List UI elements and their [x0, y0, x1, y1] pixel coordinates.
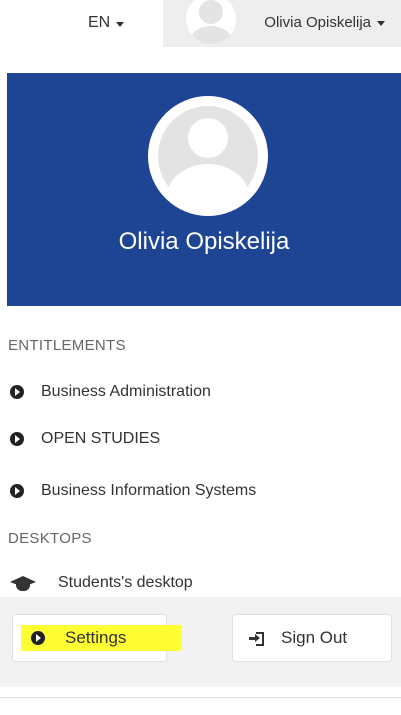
- desktop-item-students-desktop[interactable]: Students's desktop: [10, 569, 390, 597]
- desktop-label: Students's desktop: [58, 574, 193, 591]
- desktops-header: DESKTOPS: [8, 530, 92, 547]
- language-label: EN: [88, 14, 111, 31]
- chevron-down-icon: [377, 21, 385, 26]
- circle-arrow-right-icon: [10, 432, 24, 446]
- chevron-down-icon: [116, 21, 125, 27]
- entitlement-label: OPEN STUDIES: [41, 430, 161, 447]
- sign-out-icon: [249, 632, 264, 646]
- circle-arrow-right-icon: [10, 385, 24, 399]
- settings-label: Settings: [65, 628, 127, 647]
- sign-out-label: Sign Out: [281, 628, 348, 647]
- action-bar: Settings Sign Out: [0, 597, 401, 687]
- profile-name: Olivia Opiskelija: [118, 228, 290, 255]
- user-menu-dropdown[interactable]: Olivia Opiskelija: [163, 0, 401, 47]
- settings-button[interactable]: Settings: [12, 614, 181, 662]
- user-name-label: Olivia Opiskelija: [264, 14, 371, 31]
- avatar-icon: [186, 0, 236, 44]
- circle-arrow-right-icon: [31, 631, 45, 645]
- divider: [0, 697, 401, 698]
- language-dropdown[interactable]: EN: [88, 10, 125, 36]
- profile-avatar: [148, 96, 268, 216]
- top-bar: EN Olivia Opiskelija: [0, 0, 401, 47]
- entitlement-label: Business Administration: [41, 383, 211, 400]
- graduation-cap-icon: [10, 574, 36, 592]
- entitlements-header: ENTITLEMENTS: [8, 337, 126, 354]
- entitlement-label: Business Information Systems: [41, 482, 257, 499]
- entitlement-item-business-administration[interactable]: Business Administration: [10, 378, 390, 406]
- sign-out-button[interactable]: Sign Out: [232, 614, 392, 662]
- entitlement-item-business-information-systems[interactable]: Business Information Systems: [10, 477, 390, 505]
- circle-arrow-right-icon: [10, 484, 24, 498]
- profile-banner: Olivia Opiskelija: [7, 73, 401, 306]
- entitlement-item-open-studies[interactable]: OPEN STUDIES: [10, 425, 390, 453]
